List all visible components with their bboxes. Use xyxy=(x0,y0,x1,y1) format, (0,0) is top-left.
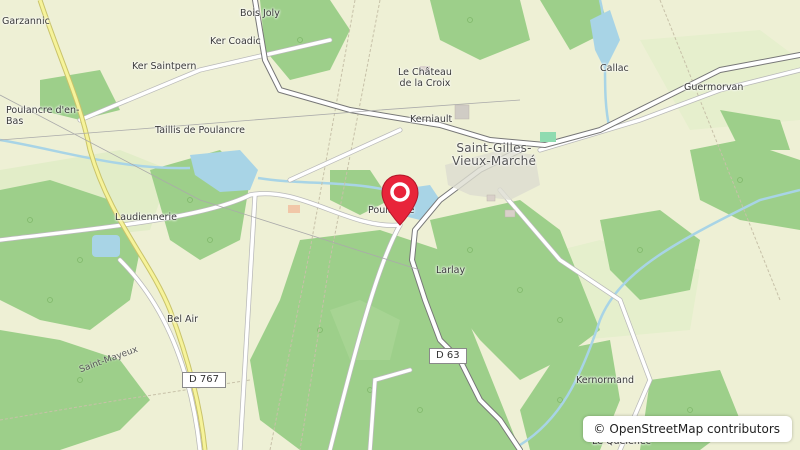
place-label-laudiennerie: Laudiennerie xyxy=(115,212,177,223)
road-shield-d767: D 767 xyxy=(182,372,226,388)
place-label-le-chateau: Le Château de la Croix xyxy=(398,67,452,89)
place-label-ker-coadic: Ker Coadic xyxy=(210,36,261,47)
place-label-ker-saintpern: Ker Saintpern xyxy=(132,61,197,72)
place-label-guermorvan: Guermorvan xyxy=(684,82,744,93)
place-label-callac: Callac xyxy=(600,63,629,74)
place-label-kernormand: Kernormand xyxy=(576,375,635,386)
map-pin-icon[interactable] xyxy=(379,173,421,227)
place-label-poulancre-bas: Poulancre d'en- Bas xyxy=(6,105,80,127)
place-label-kerniault: Kerniault xyxy=(410,114,453,125)
town-label-saint-gilles: Saint-Gilles- Vieux-Marché xyxy=(452,141,537,168)
attribution: © OpenStreetMap contributors xyxy=(583,416,792,442)
map-view[interactable]: Garzannic Bois Joly Ker Coadic Ker Saint… xyxy=(0,0,800,450)
place-label-bel-air: Bel Air xyxy=(167,314,199,325)
place-label-taillis: Taillis de Poulancre xyxy=(155,125,245,136)
copyright-symbol: © xyxy=(593,422,606,436)
place-label-bois-joly: Bois Joly xyxy=(240,8,280,19)
place-label-larlay: Larlay xyxy=(436,265,466,276)
attribution-link[interactable]: OpenStreetMap contributors xyxy=(609,422,780,436)
road-shield-d63: D 63 xyxy=(429,348,467,364)
place-label-garzannic: Garzannic xyxy=(2,16,50,27)
